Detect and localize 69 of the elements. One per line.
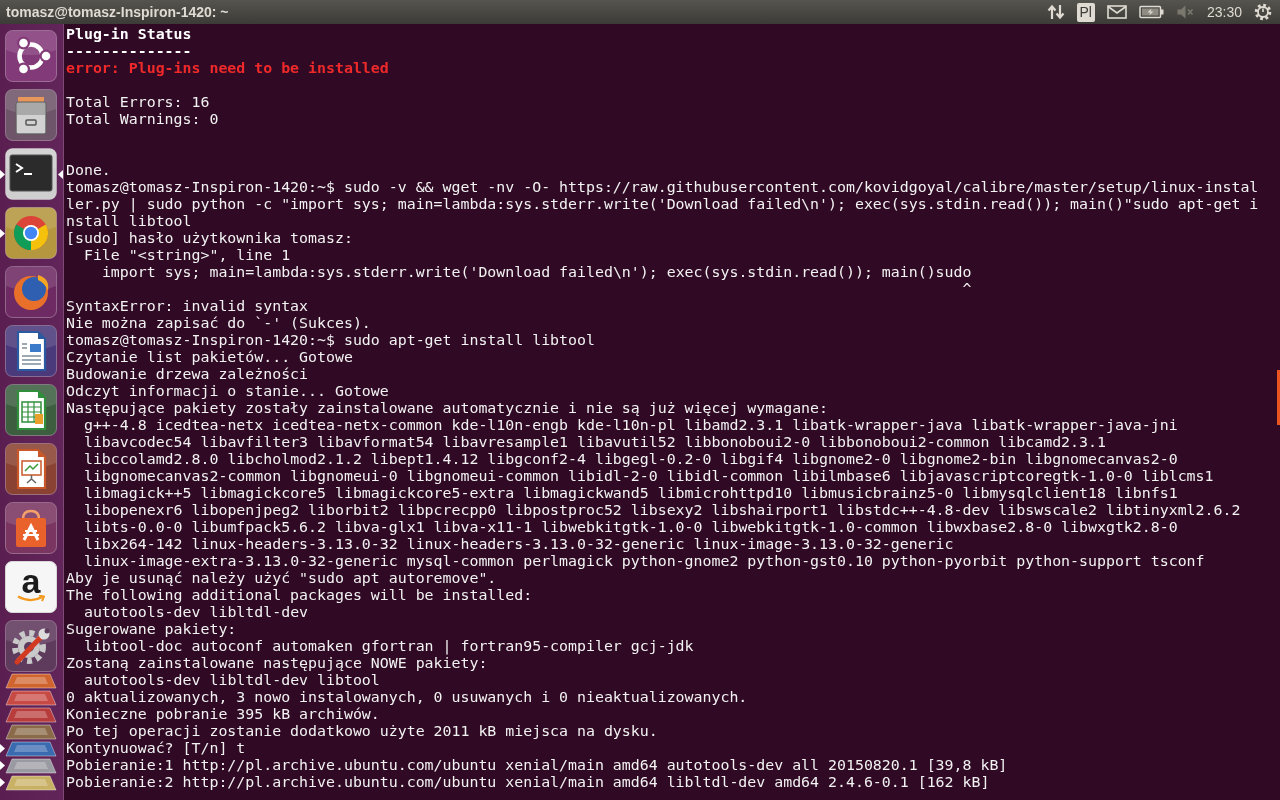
globe-icon[interactable] bbox=[5, 266, 57, 318]
gear-icon[interactable] bbox=[1254, 3, 1272, 21]
file-cabinet-icon[interactable] bbox=[5, 89, 57, 141]
scrollbar-thumb[interactable] bbox=[1277, 370, 1280, 425]
terminal-line: Budowanie drzewa zależności bbox=[66, 365, 309, 383]
terminal-line: SyntaxError: invalid syntax bbox=[66, 297, 309, 315]
terminal-line: Konieczne pobranie 395 kB archiwów. bbox=[66, 705, 380, 723]
terminal-line: Pobieranie:2 http://pl.archive.ubuntu.com/ubuntu xenial/main amd64 libltdl-dev amd64 2.4.6-0.1 [162 kB] bbox=[66, 773, 990, 791]
terminal-line: Kontynuować? [T/n] t bbox=[66, 739, 246, 757]
terminal-line: linux-image-extra-3.13.0-32-generic mysql-common perlmagick python-gnome2 python-gst0.10 python-pyorbit python-support tsconf bbox=[83, 552, 1205, 570]
window-title: tomasz@tomasz-Inspiron-1420: ~ bbox=[6, 4, 229, 20]
collapsed-app-icon[interactable] bbox=[5, 757, 57, 774]
terminal-line: Czytanie list pakietów... Gotowe bbox=[66, 348, 353, 366]
terminal-line: libmagick++5 libmagickcore5 libmagickcore5-extra libmagickwand5 libmicrohttpd10 libmusicbrainz5-0 libmysqlclient18 libnfs1 bbox=[83, 484, 1178, 502]
shopping-bag-icon[interactable] bbox=[5, 502, 57, 554]
terminal-line: nstall libtool bbox=[66, 212, 192, 230]
collapsed-app-icon[interactable] bbox=[5, 740, 57, 757]
terminal-line: tomasz@tomasz-Inspiron-1420:~$ sudo -v && wget -nv -O- https://raw.githubusercontent.com/kovidgoyal/calibre/master/setup/linux-instal bbox=[66, 178, 1259, 196]
color-wheel-icon[interactable] bbox=[5, 207, 57, 259]
collapsed-app-icon[interactable] bbox=[5, 774, 57, 791]
terminal-line: libtool-doc autoconf automaken gfortran | fortran95-compiler gcj-jdk bbox=[83, 637, 694, 655]
terminal-line: Zostaną zainstalowane następujące NOWE pakiety: bbox=[66, 654, 488, 672]
terminal-line: g++-4.8 icedtea-netx icedtea-netx-common kde-l10n-engb kde-l10n-pl libamd2.3.1 libatk-wrapper-java libatk-wrapper-java-jni bbox=[83, 416, 1178, 434]
spreadsheet-icon[interactable] bbox=[5, 384, 57, 436]
terminal-line: libgnomecanvas2-common libgnomeui-0 libgnomeui-common libidl-2-0 libidl-common libilmbase6 libjavascriptcoregtk-1.0-0 liblcms1 bbox=[83, 467, 1214, 485]
collapsed-app-icon[interactable] bbox=[5, 672, 57, 689]
battery-icon[interactable] bbox=[1138, 5, 1164, 19]
terminal-line: Po tej operacji zostanie dodatkowo użyte 2011 kB miejsca na dysku. bbox=[66, 722, 658, 740]
keyboard-layout-indicator[interactable]: Pl bbox=[1076, 2, 1095, 22]
terminal-line: [sudo] hasło użytkownika tomasz: bbox=[66, 229, 353, 247]
terminal-line: libavcodec54 libavfilter3 libavformat54 libavresample1 libavutil52 libbonoboui2-0 libbonoboui2-common libcamd2.3.1 bbox=[83, 433, 1106, 451]
terminal-line: 0 aktualizowanych, 3 nowo instalowanych, 0 usuwanych i 0 nieaktualizowanych. bbox=[66, 688, 748, 706]
terminal-line: -------------- bbox=[66, 42, 192, 60]
terminal-line: Plug-in Status bbox=[66, 25, 192, 43]
terminal-line: libx264-142 linux-headers-3.13.0-32 linux-headers-3.13.0-32-generic linux-image-3.13.0-32-generic bbox=[83, 535, 954, 553]
launcher-button[interactable]: a bbox=[5, 561, 57, 613]
document-icon[interactable] bbox=[5, 325, 57, 377]
gear-wrench-icon[interactable] bbox=[5, 620, 57, 672]
terminal-line: The following additional packages will be installed: bbox=[66, 586, 533, 604]
terminal-line: libts-0.0-0 libumfpack5.6.2 libva-glx1 libva-x11-1 libwebkitgtk-1.0-0 libwebkitgtk-1.0-common libwxbase2.8-0 libwxgtk2.8-0 bbox=[83, 518, 1178, 536]
terminal-line: Total Warnings: 0 bbox=[66, 110, 219, 128]
clock[interactable]: 23:30 bbox=[1206, 4, 1242, 20]
collapsed-app-icon[interactable] bbox=[5, 689, 57, 706]
terminal-line: tomasz@tomasz-Inspiron-1420:~$ sudo apt-get install libtool bbox=[66, 331, 595, 349]
terminal-line: libopenexr6 libopenjpeg2 liborbit2 libpcrecpp0 libpostproc52 libsexy2 libshairport1 libstdc++-4.8-dev libswscale2 libtinyxml2.6.2 bbox=[83, 501, 1241, 519]
terminal-line: Odczyt informacji o stanie... Gotowe bbox=[66, 382, 389, 400]
collapsed-app-icon[interactable] bbox=[5, 723, 57, 740]
terminal-line: Aby je usunąć należy użyć "sudo apt autoremove". bbox=[66, 569, 497, 587]
terminal-line: Done. bbox=[66, 161, 111, 179]
network-arrows-icon[interactable] bbox=[1046, 3, 1065, 21]
smile-arrow-icon bbox=[17, 595, 45, 603]
terminal-line: Sugerowane pakiety: bbox=[66, 620, 237, 638]
terminal-line: ler.py | sudo python -c "import sys; main=lambda:sys.stderr.write('Download failed\n'); exec(sys.stdin.read()); main()"sudo apt-get i bbox=[66, 195, 1259, 213]
ring-logo-icon[interactable] bbox=[5, 30, 57, 82]
terminal-line: Pobieranie:1 http://pl.archive.ubuntu.com/ubuntu xenial/main amd64 autotools-dev all 20150820.1 [39,8 kB] bbox=[66, 756, 1008, 774]
terminal-line: import sys; main=lambda:sys.stderr.write('Download failed\n'); exec(sys.stdin.read()); main()sudo bbox=[101, 263, 972, 281]
terminal-line: Następujące pakiety zostały zainstalowane automatycznie i nie są już więcej wymagane: bbox=[66, 399, 829, 417]
terminal-line: autotools-dev libltdl-dev libtool bbox=[83, 671, 380, 689]
terminal-line: Nie można zapisać do `-' (Sukces). bbox=[66, 314, 371, 332]
terminal-line: autotools-dev libltdl-dev bbox=[83, 603, 309, 621]
terminal-line: File "<string>", line 1 bbox=[83, 246, 291, 264]
terminal-line: Total Errors: 16 bbox=[66, 93, 210, 111]
terminal-line: error: Plug-ins need to be installed bbox=[66, 59, 389, 77]
presentation-icon[interactable] bbox=[5, 443, 57, 495]
terminal-icon[interactable] bbox=[5, 148, 57, 200]
collapsed-app-icon[interactable] bbox=[5, 706, 57, 723]
terminal-line: libccolamd2.8.0 libcholmod2.1.2 libept1.4.12 libgconf2-4 libgegl-0.2-0 libgif4 libgnome2-0 libgnome2-bin libgnomecanvas2-0 bbox=[83, 450, 1178, 468]
terminal-line: ^ bbox=[962, 280, 972, 298]
envelope-icon[interactable] bbox=[1106, 5, 1127, 19]
